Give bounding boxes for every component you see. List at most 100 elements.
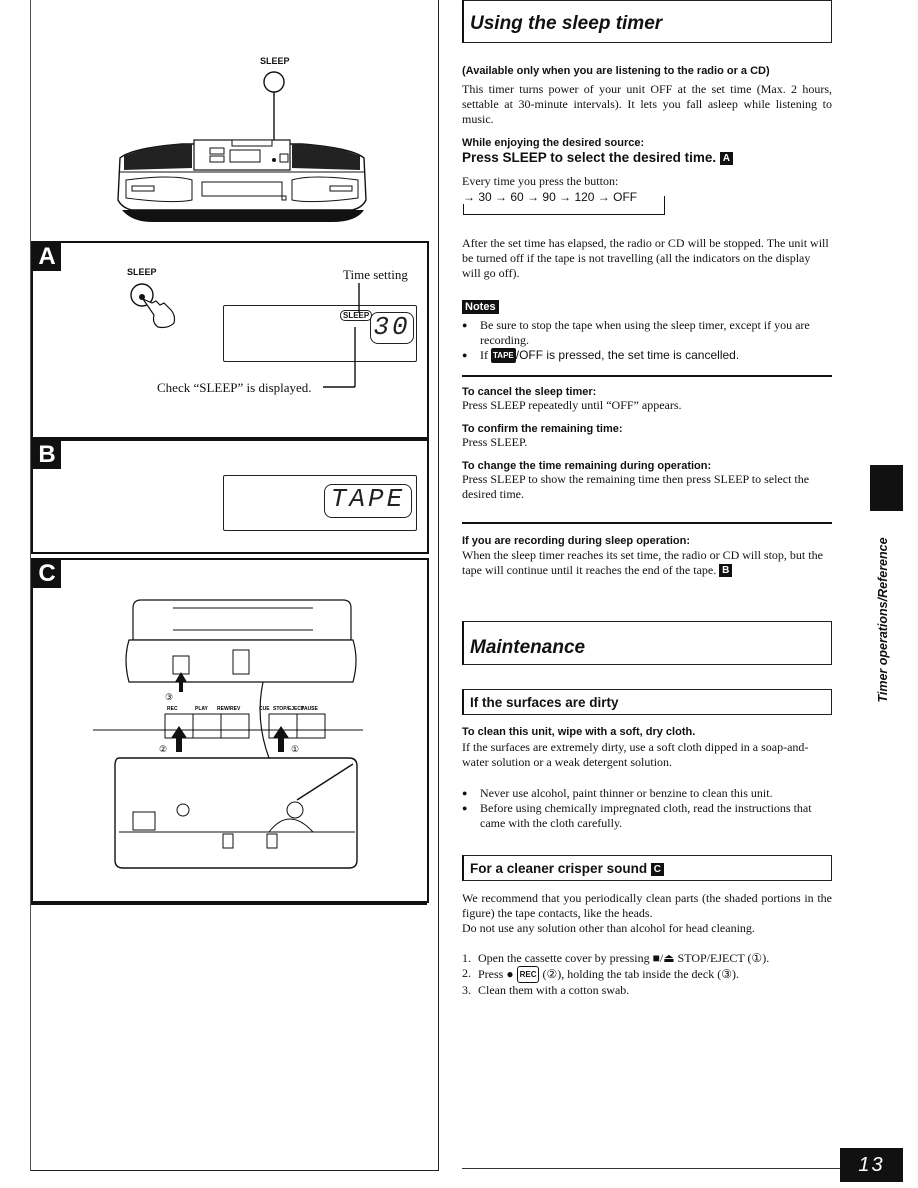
- step-item: 1. Open the cassette cover by pressing ■/…: [462, 951, 832, 966]
- surfaces-title: If the surfaces are dirty: [470, 695, 619, 710]
- sleep-cycle-diagram: → 30 → 60 → 90 → 120 → OFF: [463, 190, 665, 216]
- crisper-title: For a cleaner crisper sound C: [470, 861, 664, 876]
- surfaces-header: If the surfaces are dirty: [462, 689, 832, 715]
- note-item: Be sure to stop the tape when using the …: [462, 318, 832, 348]
- availability-note: (Available only when you are listening t…: [462, 65, 770, 77]
- recording-text: When the sleep timer reaches its set tim…: [462, 548, 823, 577]
- maintenance-title: Maintenance: [470, 637, 586, 658]
- check-sleep-label: Check “SLEEP” is displayed.: [157, 380, 312, 395]
- subsection-heading: To cancel the sleep timer:: [462, 386, 597, 398]
- cleaning-steps: 1. Open the cassette cover by pressing ■/…: [462, 951, 832, 998]
- step-item: 2. Press ● REC (②), holding the tab insid…: [462, 966, 832, 983]
- notes-heading: Notes: [462, 297, 499, 315]
- maintenance-header: Maintenance: [462, 621, 832, 665]
- sleep-timer-header: Using the sleep timer: [462, 0, 832, 43]
- deck-label-rec: REC: [167, 706, 178, 712]
- subsection-heading: To confirm the remaining time:: [462, 423, 623, 435]
- boombox-illustration: [117, 71, 367, 222]
- subsection-body: Press SLEEP.: [462, 435, 528, 449]
- notes-list: Be sure to stop the tape when using the …: [462, 318, 832, 363]
- ref-badge-c: C: [650, 863, 664, 876]
- deck-label-play: PLAY: [195, 706, 209, 712]
- cycle-arrow: →: [594, 190, 614, 204]
- warning-item: Never use alcohol, paint thinner or benz…: [462, 786, 832, 801]
- figure-panel-c: C ③ REC PLAY REW/REV CUE STOP/EJECT PAUS…: [31, 558, 429, 903]
- instruction-text: Press SLEEP to select the desired time.: [462, 150, 717, 165]
- after-text: After the set time has elapsed, the radi…: [462, 236, 829, 280]
- lcd-tape-text: TAPE: [324, 484, 412, 518]
- sleep-subsections: To cancel the sleep timer: Press SLEEP r…: [462, 386, 832, 502]
- lcd-time-digits: 30: [370, 312, 414, 344]
- cassette-deck-illustration: ③ REC PLAY REW/REV CUE STOP/EJECT PAUSE …: [93, 599, 363, 869]
- step-number: 2.: [462, 966, 471, 980]
- step-number: 1.: [462, 951, 471, 965]
- finger-press-icon: [130, 283, 176, 329]
- callout-lines: [323, 283, 360, 388]
- cycle-arrow: →: [523, 190, 543, 204]
- every-time-label: Every time you press the button:: [462, 174, 619, 188]
- section-tab-label: Timer operations/Reference: [870, 520, 896, 720]
- recording-heading: If you are recording during sleep operat…: [462, 535, 690, 547]
- change-remaining-time: To change the time remaining during oper…: [462, 460, 832, 502]
- page-number: 13: [840, 1148, 903, 1182]
- cycle-step: 120: [574, 190, 595, 204]
- notes-badge: Notes: [462, 300, 499, 314]
- section-rule: [462, 522, 832, 524]
- figure-panel-b: B TAPE: [31, 439, 429, 554]
- step-text: (②), holding the tab inside the deck (③)…: [542, 967, 739, 981]
- crisper-body-2: Do not use any solution other than alcoh…: [462, 921, 755, 935]
- bottom-rule: [462, 1168, 840, 1169]
- cycle-step: 90: [542, 190, 556, 204]
- callout-2: ②: [159, 744, 167, 754]
- step-item: 3. Clean them with a cotton swab.: [462, 983, 832, 998]
- cycle-step: OFF: [613, 190, 638, 204]
- deck-label-rew: REW/REV: [217, 706, 241, 712]
- recording-body: When the sleep timer reaches its set tim…: [462, 548, 832, 578]
- cycle-arrow: →: [491, 190, 511, 204]
- rec-button-badge: REC: [516, 966, 540, 983]
- section-tab-marker: [870, 465, 903, 511]
- time-setting-label: Time setting: [343, 267, 408, 282]
- surfaces-warnings: Never use alcohol, paint thinner or benz…: [462, 786, 832, 831]
- crisper-title-text: For a cleaner crisper sound: [470, 861, 648, 876]
- note-item: If TAPE/OFF is pressed, the set time is …: [462, 348, 832, 363]
- tape-button-badge: TAPE: [491, 348, 516, 363]
- callout-3: ③: [165, 692, 173, 702]
- section-tab-text: Timer operations/Reference: [876, 537, 890, 703]
- deck-label-stop-eject: STOP/EJECT: [273, 706, 304, 712]
- subsection-body: Press SLEEP to show the remaining time t…: [462, 472, 810, 501]
- surfaces-body: If the surfaces are extremely dirty, use…: [462, 740, 809, 769]
- subsection-body: Press SLEEP repeatedly until “OFF” appea…: [462, 398, 682, 412]
- note-prefix: If: [480, 348, 488, 362]
- crisper-header: For a cleaner crisper sound C: [462, 855, 832, 881]
- panel-letter-a: A: [33, 243, 61, 271]
- callout-1: ①: [291, 744, 299, 754]
- deck-label-pause: PAUSE: [301, 706, 319, 712]
- cycle-step: 30: [478, 190, 492, 204]
- sleep-timer-title: Using the sleep timer: [470, 13, 663, 34]
- figure-panel-a: A SLEEP Time setting SLEEP 30 Check “SLE…: [31, 241, 429, 439]
- boombox-figure: SLEEP: [112, 40, 372, 230]
- ref-badge-b: B: [719, 564, 733, 577]
- panel-divider: [31, 903, 427, 905]
- cycle-arrow: →: [555, 190, 575, 204]
- step-text: Press ●: [478, 967, 514, 981]
- crisper-body-1: We recommend that you periodically clean…: [462, 891, 832, 920]
- cycle-arrow: →: [463, 190, 479, 204]
- section-rule: [462, 375, 832, 377]
- lcd-display-a: SLEEP 30: [223, 305, 417, 362]
- panel-letter-b: B: [33, 441, 61, 469]
- while-label: While enjoying the desired source:: [462, 137, 645, 149]
- warning-item: Before using chemically impregnated clot…: [462, 801, 832, 831]
- wipe-instruction: To clean this unit, wipe with a soft, dr…: [462, 726, 696, 738]
- step-text: Open the cassette cover by pressing ■/⏏ …: [478, 951, 770, 965]
- step-number: 3.: [462, 983, 471, 997]
- press-sleep-instruction: Press SLEEP to select the desired time. …: [462, 150, 733, 165]
- intro-text: This timer turns power of your unit OFF …: [462, 82, 832, 126]
- subsection-heading: To change the time remaining during oper…: [462, 460, 712, 472]
- ref-badge-a: A: [719, 152, 733, 165]
- sleep-button-label: SLEEP: [127, 267, 157, 277]
- cycle-steps: → 30 → 60 → 90 → 120 → OFF: [463, 190, 642, 204]
- cancel-sleep-timer: To cancel the sleep timer: Press SLEEP r…: [462, 386, 832, 413]
- cycle-step: 60: [510, 190, 524, 204]
